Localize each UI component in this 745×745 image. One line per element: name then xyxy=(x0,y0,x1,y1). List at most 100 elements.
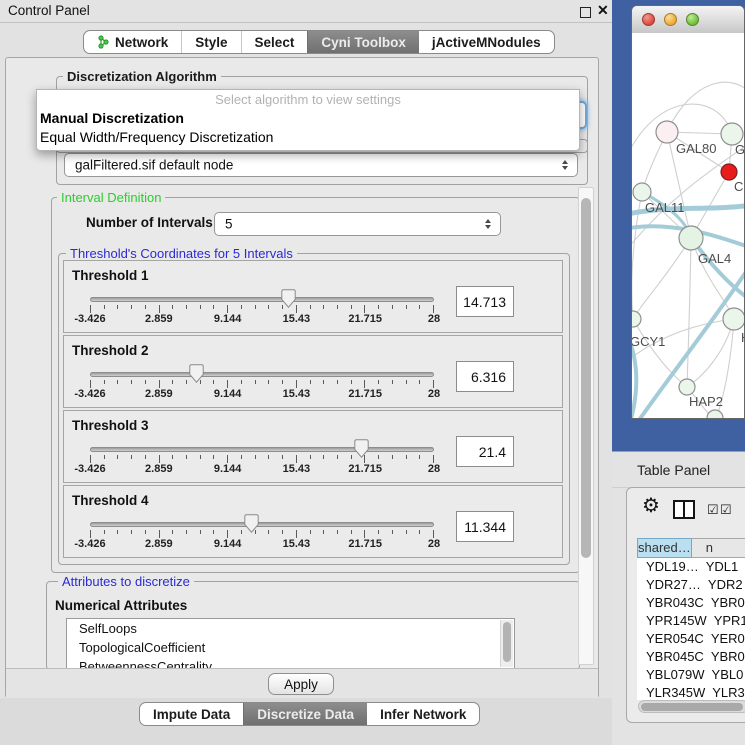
panel-scrollbar[interactable] xyxy=(578,187,594,665)
algorithm-dropdown-popup: Select algorithm to view settings Manual… xyxy=(36,89,580,151)
checkbox-icon[interactable]: ☑ xyxy=(720,503,732,516)
attribute-item[interactable]: TopologicalCoefficient xyxy=(67,638,514,657)
table-cell[interactable]: YER0 xyxy=(704,630,745,648)
threshold-slider[interactable]: -3.4262.8599.14415.4321.71528 xyxy=(90,297,434,325)
gear-icon[interactable]: ⚙ xyxy=(642,495,660,517)
slider-ticks xyxy=(90,305,434,313)
tab-label: Discretize Data xyxy=(257,707,354,722)
table-cell[interactable]: YBL079W xyxy=(637,666,705,684)
network-node-h[interactable] xyxy=(723,308,744,330)
threshold-label: Threshold 4 xyxy=(72,493,149,508)
table-row[interactable]: YBR043CYBR0 xyxy=(637,594,745,612)
network-canvas[interactable]: GAL80 GA C GAL11 GAL4 GCY1 H HAP2 xyxy=(632,33,744,419)
attribute-item[interactable]: SelfLoops xyxy=(67,619,514,638)
node-table-body: YDL19…YDL1YDR27…YDR2YBR043CYBR0YPR145WYP… xyxy=(637,558,745,700)
columns-icon[interactable] xyxy=(673,500,695,519)
table-cell[interactable]: YDR27… xyxy=(637,576,701,594)
node-label: GA xyxy=(735,142,744,157)
table-cell[interactable]: YLR345W xyxy=(637,684,705,700)
dropdown-option-manual-discretization[interactable]: Manual Discretization xyxy=(37,109,579,128)
network-node-selected-red[interactable] xyxy=(721,164,737,180)
table-row[interactable]: YDR27…YDR2 xyxy=(637,576,745,594)
table-row[interactable]: YER054CYER0 xyxy=(637,630,745,648)
table-cell[interactable]: YBR045C xyxy=(637,648,704,666)
slider-thumb[interactable] xyxy=(354,439,369,458)
slider-tick-labels: -3.4262.8599.14415.4321.71528 xyxy=(90,388,434,400)
threshold-value[interactable]: 6.316 xyxy=(456,361,514,392)
network-node-gcy1[interactable] xyxy=(632,311,641,327)
table-row[interactable]: YPR145WYPR1 xyxy=(637,612,745,630)
column-header-shared-name[interactable]: shared… xyxy=(637,538,692,558)
tab-impute-data[interactable]: Impute Data xyxy=(140,703,243,725)
tab-infer-network[interactable]: Infer Network xyxy=(367,703,479,725)
node-label: GAL11 xyxy=(645,200,685,215)
float-window-icon[interactable] xyxy=(580,7,591,18)
slider-thumb[interactable] xyxy=(189,364,204,383)
table-cell[interactable]: YDR2 xyxy=(701,576,745,594)
tick-label: -3.426 xyxy=(74,388,105,400)
network-node-hap2[interactable] xyxy=(679,379,695,395)
slider-thumb[interactable] xyxy=(244,514,259,533)
checkbox-icon[interactable]: ☑ xyxy=(707,503,719,516)
table-cell[interactable]: YDL1 xyxy=(699,558,745,576)
table-cell[interactable]: YLR3 xyxy=(705,684,745,700)
interval-definition-label: Interval Definition xyxy=(57,190,165,205)
table-cell[interactable]: YPR1 xyxy=(707,612,745,630)
table-data-value: galFiltered.sif default node xyxy=(75,158,233,173)
tab-discretize-data[interactable]: Discretize Data xyxy=(243,703,367,725)
tick-label: 15.43 xyxy=(283,313,311,325)
scrollbar-thumb[interactable] xyxy=(581,198,591,558)
network-window-titlebar[interactable] xyxy=(632,6,744,34)
attributes-scrollbar[interactable] xyxy=(500,620,513,667)
scrollbar-thumb[interactable] xyxy=(503,622,511,662)
table-cell[interactable]: YBR043C xyxy=(637,594,704,612)
table-row[interactable]: YBR045CYBR0 xyxy=(637,648,745,666)
table-data-combo[interactable]: galFiltered.sif default node xyxy=(64,153,578,177)
column-header-name[interactable]: n xyxy=(692,538,745,558)
slider-thumb[interactable] xyxy=(281,289,296,308)
table-hscrollbar[interactable] xyxy=(638,700,745,713)
network-node-gal4[interactable] xyxy=(679,226,703,250)
table-row[interactable]: YBL079WYBL0 xyxy=(637,666,745,684)
tab-network[interactable]: Network xyxy=(84,31,181,53)
threshold-label: Threshold 2 xyxy=(72,343,149,358)
algorithm-group-label: Discretization Algorithm xyxy=(63,69,221,84)
num-intervals-combo[interactable]: 5 xyxy=(214,212,501,236)
combo-arrows-icon xyxy=(485,219,491,229)
slider-tick-labels: -3.4262.8599.14415.4321.71528 xyxy=(90,313,434,325)
minimize-traffic-light-icon[interactable] xyxy=(664,13,677,26)
table-cell[interactable]: YDL19… xyxy=(637,558,699,576)
node-label: H xyxy=(741,330,744,345)
zoom-traffic-light-icon[interactable] xyxy=(686,13,699,26)
tab-select[interactable]: Select xyxy=(241,31,308,53)
table-cell[interactable]: YBR0 xyxy=(704,594,745,612)
table-row[interactable]: YDL19…YDL1 xyxy=(637,558,745,576)
table-row[interactable]: YLR345WYLR3 xyxy=(637,684,745,700)
tab-jactivemnodules[interactable]: jActiveMNodules xyxy=(419,31,554,53)
close-icon[interactable]: ✕ xyxy=(597,2,609,19)
threshold-slider[interactable]: -3.4262.8599.14415.4321.71528 xyxy=(90,522,434,550)
tick-label: -3.426 xyxy=(74,538,105,550)
tick-label: 2.859 xyxy=(145,388,173,400)
dropdown-option-equal-width[interactable]: Equal Width/Frequency Discretization xyxy=(37,128,579,147)
threshold-slider[interactable]: -3.4262.8599.14415.4321.71528 xyxy=(90,447,434,475)
apply-button[interactable]: Apply xyxy=(268,673,334,695)
threshold-value[interactable]: 14.713 xyxy=(456,286,514,317)
slider-track xyxy=(90,447,434,452)
threshold-value[interactable]: 21.4 xyxy=(456,436,514,467)
tab-style[interactable]: Style xyxy=(181,31,240,53)
threshold-slider[interactable]: -3.4262.8599.14415.4321.71528 xyxy=(90,372,434,400)
tab-cyni-toolbox[interactable]: Cyni Toolbox xyxy=(307,31,419,53)
network-node-bottom[interactable] xyxy=(707,410,723,419)
network-node-gal11[interactable] xyxy=(633,183,651,201)
threshold-value[interactable]: 11.344 xyxy=(456,511,514,542)
table-cell[interactable]: YPR145W xyxy=(637,612,707,630)
close-traffic-light-icon[interactable] xyxy=(642,13,655,26)
table-cell[interactable]: YBL0 xyxy=(705,666,745,684)
table-cell[interactable]: YBR0 xyxy=(704,648,745,666)
network-node-gal80[interactable] xyxy=(656,121,678,143)
table-cell[interactable]: YER054C xyxy=(637,630,704,648)
scrollbar-thumb[interactable] xyxy=(641,703,743,711)
view-tabs: NetworkStyleSelectCyni ToolboxjActiveMNo… xyxy=(83,30,555,54)
slider-tick-labels: -3.4262.8599.14415.4321.71528 xyxy=(90,463,434,475)
